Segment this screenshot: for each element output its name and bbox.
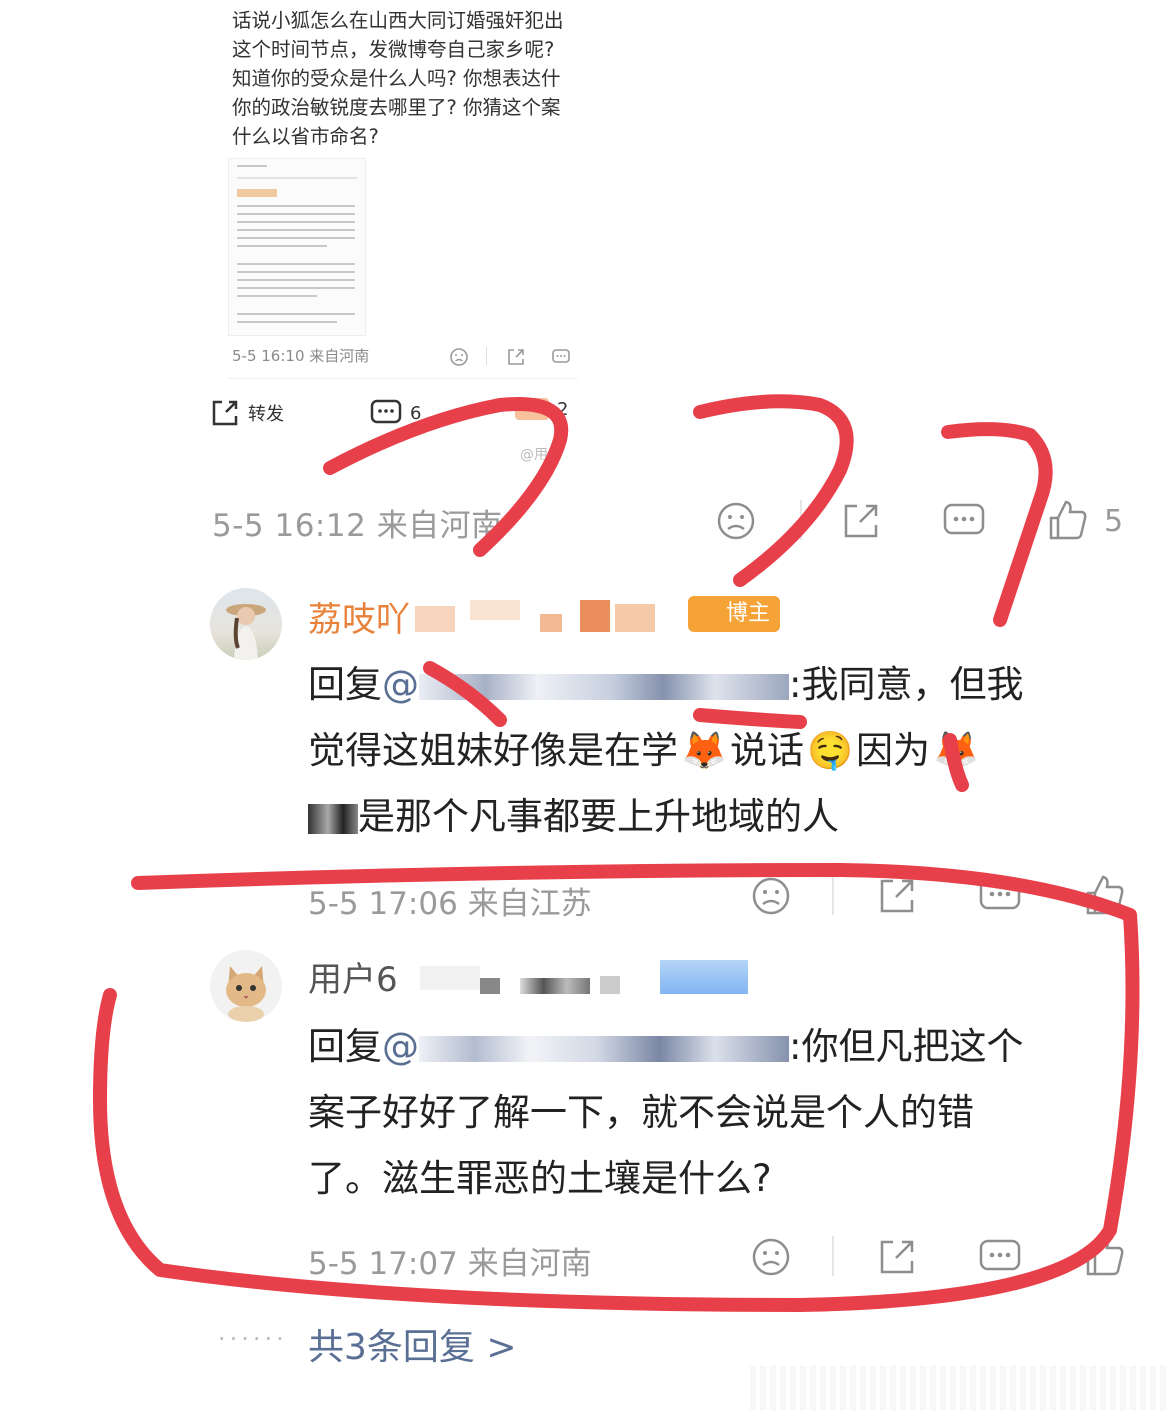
commenter-name[interactable]: 荔吱吖 (308, 592, 410, 641)
repost-label: 转发 (248, 404, 284, 425)
comment-location: 来自江苏 (467, 886, 592, 922)
thumbs-up-icon[interactable] (1045, 498, 1089, 542)
watermark: @用户 (520, 447, 562, 463)
like-button[interactable]: 2 (515, 398, 568, 420)
like-count: 2 (557, 398, 569, 420)
comment-line: 了。滋生罪恶的土壤是什么? (308, 1157, 772, 1200)
dislike-face-icon[interactable] (750, 875, 792, 917)
avatar[interactable] (210, 588, 282, 660)
blurred-word (308, 803, 358, 834)
divider (832, 1236, 834, 1276)
share-icon[interactable] (505, 346, 527, 368)
divider (228, 378, 578, 379)
comment-icon[interactable] (978, 1236, 1022, 1278)
mention-link[interactable]: @ (382, 1025, 419, 1068)
blogger-badge: 博主 (688, 596, 780, 632)
fox-emoji-icon: 🦊 (932, 729, 980, 772)
comment-body: 回复@ :你但凡把这个 案子好好了解一下，就不会说是个人的错 了。滋生罪恶的土壤是… (308, 1014, 1128, 1212)
quoted-post-meta: 5-5 16:10 来自河南 (232, 347, 370, 365)
divider (832, 875, 834, 915)
blurred-name (420, 956, 750, 996)
comment-line: :你但凡把这个 (789, 1025, 1024, 1068)
bottom-fade (750, 1366, 1170, 1410)
share-icon[interactable] (876, 875, 918, 917)
dislike-face-icon[interactable] (448, 346, 470, 368)
repost-icon (212, 400, 238, 426)
comment-line: 说话 (730, 729, 804, 772)
smirk-emoji-icon: 🤤 (806, 729, 854, 772)
comment-icon[interactable] (942, 500, 986, 542)
fox-emoji-icon: 🦊 (680, 729, 728, 772)
quoted-post-image[interactable] (228, 158, 366, 336)
divider (486, 347, 487, 365)
repost-button[interactable]: 转发 (210, 398, 284, 428)
comment-icon[interactable] (550, 346, 572, 368)
blurred-mention (419, 1035, 789, 1062)
share-icon[interactable] (876, 1236, 918, 1278)
thumbs-up-icon[interactable] (1082, 873, 1126, 917)
commenter-name[interactable]: 用户6 (308, 952, 398, 1001)
comment-count: 6 (410, 402, 422, 424)
divider-dots: ······ (218, 1325, 288, 1353)
comment-button[interactable]: 6 (370, 398, 421, 428)
comment-line: 因为 (856, 729, 930, 772)
avatar-photo (226, 604, 266, 660)
post-time: 5-5 16:12 (212, 508, 367, 544)
comment-time: 5-5 17:06 (308, 886, 458, 922)
reply-prefix: 回复 (308, 663, 382, 706)
dislike-face-icon[interactable] (715, 500, 757, 542)
reply-prefix: 回复 (308, 1025, 382, 1068)
post-location: 来自河南 (376, 508, 503, 544)
comment-icon (370, 399, 402, 424)
comment-meta: 5-5 17:07 来自河南 (308, 1238, 592, 1283)
comment-location: 来自河南 (467, 1246, 592, 1282)
thumbs-up-icon[interactable] (1082, 1234, 1126, 1278)
like-icon (515, 398, 549, 420)
divider (800, 500, 802, 540)
comment-time: 5-5 17:07 (308, 1246, 458, 1282)
like-count: 5 (1104, 504, 1124, 539)
post-meta: 5-5 16:12 来自河南 (212, 500, 503, 545)
share-icon[interactable] (840, 500, 882, 542)
comment-line: 觉得这姐妹好像是在学 (308, 729, 678, 772)
mention-link[interactable]: @ (382, 663, 419, 706)
comment-line: 案子好好了解一下，就不会说是个人的错 (308, 1091, 974, 1134)
dislike-face-icon[interactable] (750, 1236, 792, 1278)
quoted-post-text: 话说小狐怎么在山西大同订婚强奸犯出 这个时间节点，发微博夸自己家乡呢? 知道你的… (232, 9, 564, 148)
blurred-name (415, 600, 685, 634)
comment-line: 是那个凡事都要上升地域的人 (358, 795, 839, 838)
more-replies-link[interactable]: 共3条回复 > (308, 1318, 517, 1370)
blurred-mention (419, 673, 789, 700)
cat-avatar-photo (226, 966, 266, 1022)
avatar[interactable] (210, 950, 282, 1022)
comment-meta: 5-5 17:06 来自江苏 (308, 878, 592, 923)
comment-line: :我同意，但我 (789, 663, 1024, 706)
question-mark-annotation (693, 394, 854, 587)
comment-body: 回复@:我同意，但我 觉得这姐妹好像是在学🦊说话🤤因为🦊 是那个凡事都要上升地域… (308, 652, 1128, 850)
comment-icon[interactable] (978, 875, 1022, 917)
